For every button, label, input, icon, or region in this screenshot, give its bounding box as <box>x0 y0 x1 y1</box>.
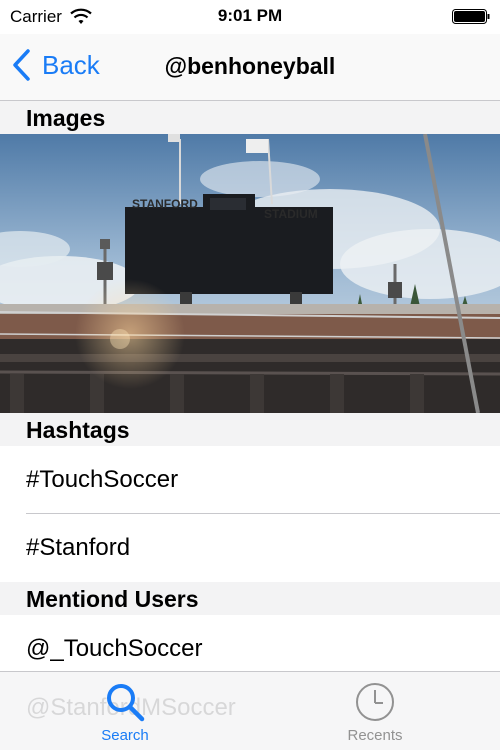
user-row[interactable]: @_TouchSoccer <box>0 615 500 667</box>
section-header-hashtags: Hashtags <box>0 413 500 446</box>
section-header-mentioned-users: Mentiond Users <box>0 582 500 615</box>
hashtag-label: #Stanford <box>26 534 131 561</box>
clock-icon <box>356 683 394 721</box>
tab-recents[interactable]: Recents <box>250 672 500 750</box>
tab-search-label: Search <box>101 727 149 744</box>
content-list[interactable]: Images STANFORD STADIUM Hashtags #TouchS… <box>0 101 500 750</box>
tab-recents-label: Recents <box>347 727 403 744</box>
status-time: 9:01 PM <box>217 6 283 25</box>
hashtag-row[interactable]: #TouchSoccer <box>0 446 500 514</box>
stadium-image[interactable]: STANFORD STADIUM <box>0 134 500 413</box>
hashtag-label: #TouchSoccer <box>26 466 179 493</box>
battery-icon <box>452 9 490 24</box>
tab-bar: @StanfordMSoccer Search Recents <box>0 671 500 750</box>
user-label: @_TouchSoccer <box>26 635 203 662</box>
scoreboard-sign-right: STADIUM <box>264 207 318 221</box>
page-title: @benhoneyball <box>164 53 336 79</box>
tab-search[interactable]: Search <box>0 672 250 750</box>
status-bar: Carrier 9:01 PM <box>0 0 500 34</box>
scoreboard-sign-left: STANFORD <box>132 197 198 211</box>
hashtag-row[interactable]: #Stanford <box>0 514 500 582</box>
navigation-bar: Back @benhoneyball <box>0 34 500 101</box>
search-icon <box>107 684 145 722</box>
section-header-images: Images <box>0 101 500 134</box>
app-screen: Carrier 9:01 PM Back @benhoneyball Image… <box>0 0 500 750</box>
stadium-photo: STANFORD STADIUM <box>0 134 500 413</box>
